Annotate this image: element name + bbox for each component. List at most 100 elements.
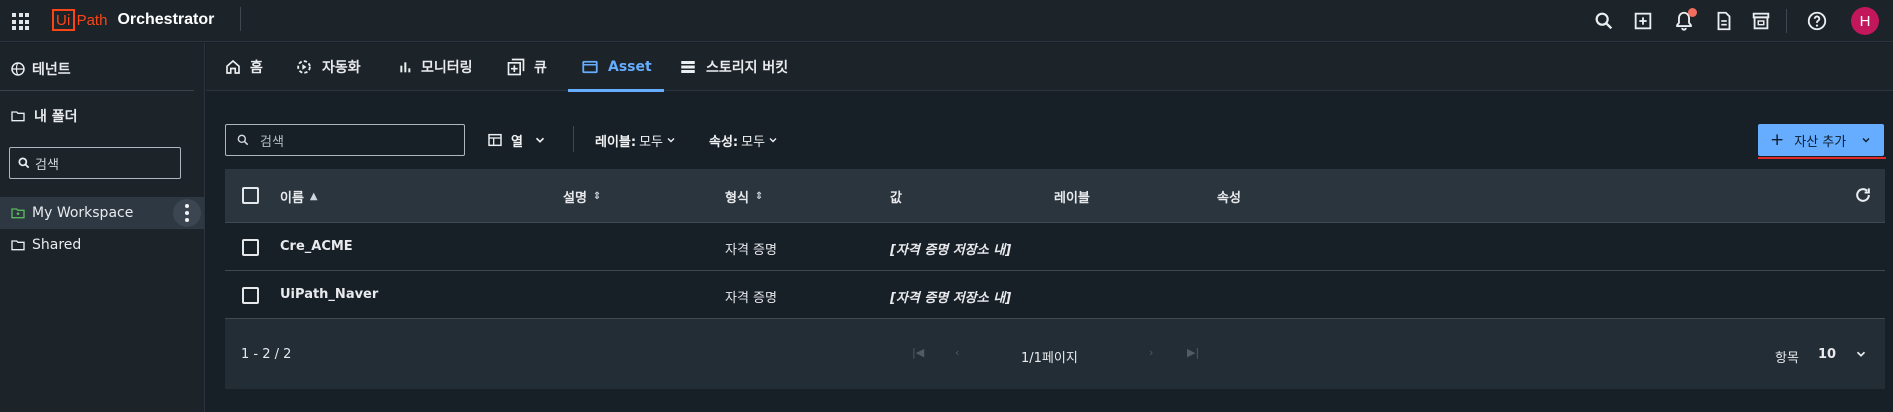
assets-grid: 이름 ▲ 설명 ⇕ 형식 ⇕ 값 레이블 속성 Cre_ACME 자격 증명 [… [225,169,1885,389]
select-all-checkbox[interactable] [242,187,259,204]
more-options-icon[interactable] [173,199,201,227]
sort-icon: ⇕ [754,191,764,202]
labels-filter-value: 모두 [639,134,664,150]
tab-label: 홈 [250,60,263,76]
labels-filter-label: 레이블: [595,134,637,150]
add-box-icon[interactable] [1630,8,1656,34]
tab-monitoring[interactable]: 모니터링 [397,43,473,91]
topbar-divider [1786,9,1787,33]
column-header-description[interactable]: 설명 ⇕ [563,187,601,206]
items-per-page-value[interactable]: 10 [1818,347,1836,362]
header-label: 이름 [280,191,304,206]
queue-icon [507,58,525,76]
automation-icon [297,60,311,74]
columns-label: 열 [511,134,523,150]
tab-label: 스토리지 버킷 [706,60,789,76]
properties-filter[interactable]: 속성: 모두 [709,128,779,152]
last-page-icon[interactable]: ▶| [1187,346,1199,359]
row-checkbox[interactable] [242,287,259,304]
toolbar-divider [573,126,574,152]
add-asset-label: 자산 추가 [1794,134,1847,150]
folder-icon [11,111,25,122]
globe-icon [11,62,25,76]
tab-automation[interactable]: 자동화 [294,43,361,91]
logo-path: Path [76,11,108,29]
table-row[interactable]: Cre_ACME 자격 증명 [자격 증명 저장소 내] [225,223,1885,271]
notification-badge [1688,8,1697,17]
home-icon [226,59,240,74]
chevron-down-icon [667,138,675,143]
document-icon[interactable] [1711,8,1737,34]
labels-filter[interactable]: 레이블: 모두 [595,128,677,152]
sort-ascending-icon: ▲ [309,191,318,202]
tab-queues[interactable]: 큐 [506,43,547,91]
asset-icon [582,60,598,74]
plus-icon: + [1770,129,1785,150]
chevron-down-icon [1862,138,1870,143]
asset-search-input[interactable]: 검색 [225,124,465,156]
properties-filter-label: 속성: [709,134,739,150]
topbar-divider [240,7,241,31]
tenant-selector[interactable]: 테넌트 [10,59,71,79]
apps-grid-icon[interactable] [12,13,29,30]
sort-icon: ⇕ [592,191,602,202]
tab-assets[interactable]: Asset [568,43,664,92]
column-header-labels[interactable]: 레이블 [1054,187,1090,206]
product-name: Orchestrator [117,11,215,28]
column-header-properties[interactable]: 속성 [1217,187,1241,206]
next-page-icon[interactable]: › [1149,346,1153,359]
my-folder-link[interactable]: 내 폴더 [10,106,78,126]
column-header-value[interactable]: 값 [890,187,902,206]
folder-search-input[interactable]: 검색 [9,147,181,179]
columns-icon [488,133,502,147]
store-icon[interactable] [1748,8,1774,34]
header-label: 형식 [725,191,749,206]
properties-filter-value: 모두 [741,134,766,150]
tenant-label: 테넌트 [32,62,71,78]
notifications-icon[interactable] [1671,8,1697,34]
workspace-folder-icon [11,208,25,219]
search-icon[interactable] [1591,8,1617,34]
chevron-down-icon[interactable] [1854,347,1868,361]
range-label: 1 - 2 / 2 [241,347,292,362]
grid-header: 이름 ▲ 설명 ⇕ 형식 ⇕ 값 레이블 속성 [225,169,1885,223]
main-tabs: 홈 자동화 모니터링 큐 Asset 스토리지 버킷 [206,43,1893,92]
grid-footer: 1 - 2 / 2 |◀ ‹ 1/1페이지 › ▶| 항목 10 [225,320,1885,389]
logo-ui: Ui [52,9,75,31]
folder-icon [11,240,25,251]
row-checkbox[interactable] [242,239,259,256]
tab-label: 자동화 [322,60,361,76]
cell-name: UiPath_Naver [280,287,379,302]
items-per-page-label: 항목 [1775,351,1799,366]
cell-name: Cre_ACME [280,239,353,254]
previous-page-icon[interactable]: ‹ [955,346,959,359]
sidebar-item-shared[interactable]: Shared [0,229,204,261]
page-indicator: 1/1페이지 [1021,351,1078,366]
column-header-type[interactable]: 형식 ⇕ [725,187,763,206]
help-icon[interactable] [1804,8,1830,34]
columns-button[interactable]: 열 [487,128,547,152]
folder-search-placeholder: 검색 [35,157,59,173]
tab-storage-buckets[interactable]: 스토리지 버킷 [678,43,788,91]
storage-icon [681,61,695,73]
avatar[interactable]: H [1851,7,1879,35]
sidebar: 테넌트 내 폴더 검색 My Workspace Shared [0,43,205,412]
tab-label: 모니터링 [421,60,473,76]
column-header-name[interactable]: 이름 ▲ [280,187,318,206]
table-row[interactable]: UiPath_Naver 자격 증명 [자격 증명 저장소 내] [225,271,1885,319]
tab-home[interactable]: 홈 [224,43,263,91]
sidebar-item-label: Shared [32,237,82,253]
top-bar: Ui Path Orchestrator H [0,0,1893,42]
first-page-icon[interactable]: |◀ [912,346,924,359]
asset-search-placeholder: 검색 [260,134,284,150]
sidebar-item-my-workspace[interactable]: My Workspace [0,197,204,229]
chevron-down-icon [535,137,545,143]
sidebar-divider [0,90,194,91]
my-folder-label: 내 폴더 [34,109,78,125]
uipath-logo[interactable]: Ui Path Orchestrator [52,9,214,31]
search-icon [18,157,30,169]
refresh-icon[interactable] [1853,185,1873,205]
monitoring-icon [400,62,411,73]
header-label: 설명 [563,191,587,206]
add-asset-button[interactable]: + 자산 추가 [1758,124,1884,156]
